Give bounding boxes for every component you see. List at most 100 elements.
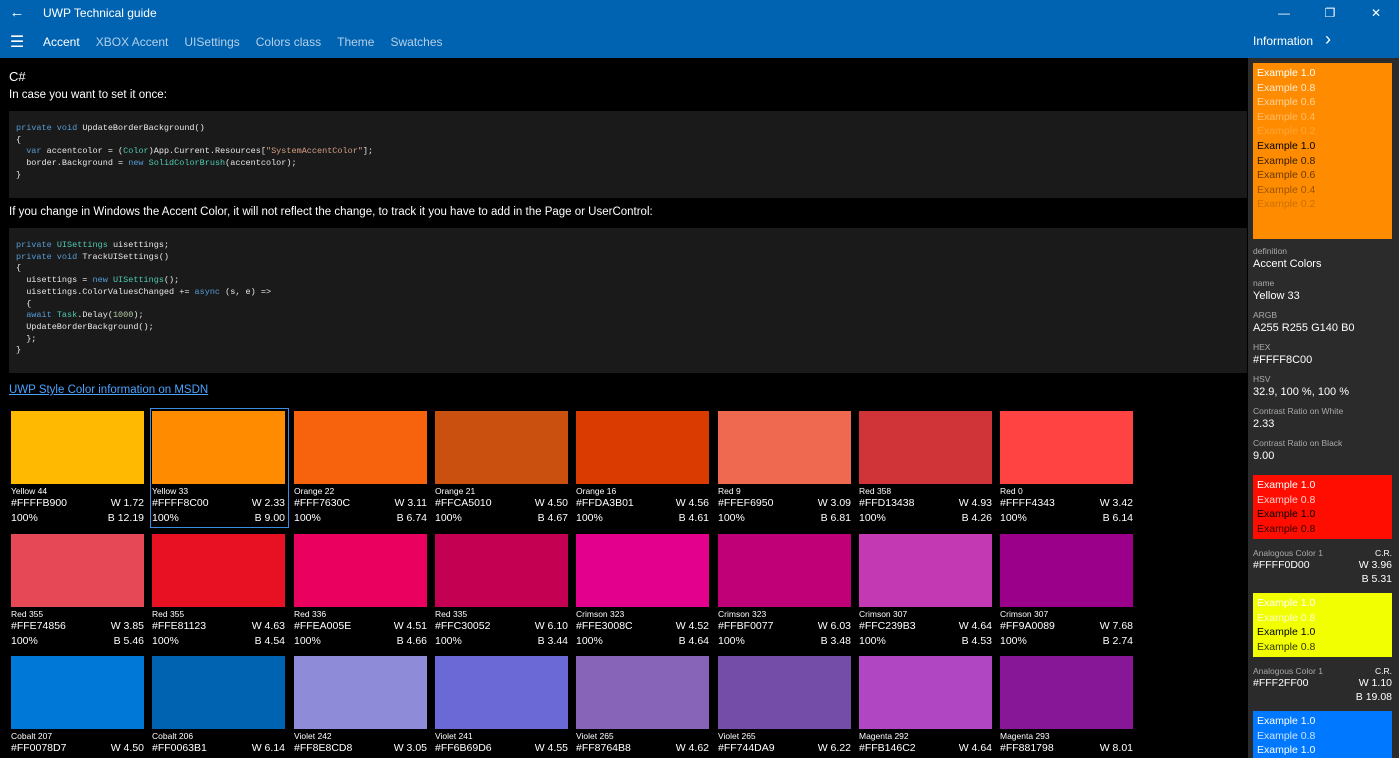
color-swatch[interactable]: Magenta 293 #FF881798 W 8.01 — [998, 653, 1137, 758]
swatch-contrast-white: W 4.93 — [958, 497, 992, 509]
color-swatch[interactable]: Cobalt 207 #FF0078D7 W 4.50 — [9, 653, 148, 758]
color-swatch[interactable]: Yellow 33 #FFFF8C00 W 2.33 100% B 9.00 — [150, 408, 289, 528]
code-block-update: private void UpdateBorderBackground() { … — [9, 111, 1247, 198]
swatch-name: Magenta 292 — [859, 731, 909, 741]
swatch-color-fill — [152, 656, 285, 729]
hamburger-icon: ☰ — [9, 33, 25, 51]
tab-accent[interactable]: Accent — [43, 35, 80, 49]
back-button[interactable]: ← — [0, 0, 34, 25]
color-swatch[interactable]: Violet 265 #FF744DA9 W 6.22 — [716, 653, 855, 758]
color-swatch[interactable]: Red 335 #FFC30052 W 6.10 100% B 3.44 — [433, 531, 572, 651]
swatch-contrast-black: B 4.53 — [961, 635, 992, 647]
swatch-hex: #FF0078D7 — [11, 742, 67, 754]
main-content: C# In case you want to set it once: priv… — [0, 58, 1248, 758]
color-swatch[interactable]: Red 9 #FFEF6950 W 3.09 100% B 6.81 — [716, 408, 855, 528]
swatch-contrast-black: B 12.19 — [107, 512, 144, 524]
swatch-color-fill — [1000, 656, 1133, 729]
color-swatch[interactable]: Orange 21 #FFCA5010 W 4.50 100% B 4.67 — [433, 408, 572, 528]
example-text: Example 1.0 — [1257, 715, 1316, 727]
color-swatch[interactable]: Yellow 44 #FFFFB900 W 1.72 100% B 12.19 — [9, 408, 148, 528]
tab-swatches[interactable]: Swatches — [390, 35, 442, 49]
swatch-contrast-white: W 4.63 — [251, 620, 285, 632]
intro-text: In case you want to set it once: — [9, 89, 167, 101]
information-toggle[interactable]: Information — [1253, 34, 1313, 48]
swatch-hex: #FF6B69D6 — [435, 742, 492, 754]
color-swatch[interactable]: Orange 22 #FFF7630C W 3.11 100% B 6.74 — [292, 408, 431, 528]
color-swatch[interactable]: Crimson 307 #FF9A0089 W 7.68 100% B 2.74 — [998, 531, 1137, 651]
swatch-contrast-white: W 1.72 — [110, 497, 144, 509]
swatch-name: Violet 242 — [294, 731, 332, 741]
minimize-button[interactable]: — — [1261, 0, 1307, 25]
example-text: Example 0.8 — [1257, 640, 1316, 653]
swatch-color-fill — [11, 411, 144, 484]
analogous-swatch[interactable]: Example 1.0 Example 0.8 Example 1.0 Example… — [1253, 593, 1392, 658]
color-swatch[interactable]: Red 355 #FFE81123 W 4.63 100% B 4.54 — [150, 531, 289, 651]
swatch-color-fill — [152, 534, 285, 607]
tab-colors-class[interactable]: Colors class — [256, 35, 321, 49]
swatch-color-fill — [11, 656, 144, 729]
color-swatch[interactable]: Red 355 #FFE74856 W 3.85 100% B 5.46 — [9, 531, 148, 651]
tab-xbox-accent[interactable]: XBOX Accent — [96, 35, 169, 49]
analogous-swatch[interactable]: Example 1.0 Example 0.8 Example 1.0 Example… — [1253, 475, 1392, 540]
color-swatch[interactable]: Violet 241 #FF6B69D6 W 4.55 — [433, 653, 572, 758]
hamburger-button[interactable]: ☰ — [0, 25, 34, 58]
restore-button[interactable]: ❐ — [1307, 0, 1353, 25]
example-text: Example 0.8 — [1257, 154, 1316, 167]
color-swatch[interactable]: Violet 242 #FF8E8CD8 W 3.05 — [292, 653, 431, 758]
name-value: Yellow 33 — [1253, 290, 1300, 302]
msdn-link[interactable]: UWP Style Color information on MSDN — [9, 384, 208, 396]
analogous-contrast-white: W 3.96 — [1358, 559, 1392, 571]
analogous-contrast-white: W 1.10 — [1358, 677, 1392, 689]
swatch-hex: #FFE81123 — [152, 620, 207, 632]
swatch-color-fill — [718, 534, 851, 607]
example-text: Example 1.0 — [1257, 67, 1316, 79]
example-text: Example 0.8 — [1257, 493, 1316, 506]
color-swatch[interactable]: Red 0 #FFFF4343 W 3.42 100% B 6.14 — [998, 408, 1137, 528]
example-text: Example 1.0 — [1257, 744, 1316, 757]
swatch-contrast-black: B 3.44 — [537, 635, 568, 647]
color-swatch[interactable]: Orange 16 #FFDA3B01 W 4.56 100% B 4.61 — [574, 408, 713, 528]
analogous-contrast-black: B 5.31 — [1361, 573, 1392, 585]
close-button[interactable]: ✕ — [1353, 0, 1399, 25]
color-swatch[interactable]: Cobalt 206 #FF0063B1 W 6.14 — [150, 653, 289, 758]
swatch-percent: 100% — [435, 512, 462, 524]
analogous-label: Analogous Color 1 — [1253, 548, 1323, 558]
swatch-contrast-black: B 6.81 — [820, 512, 851, 524]
swatch-color-fill — [718, 656, 851, 729]
definition-label: definition — [1253, 246, 1288, 256]
color-swatch[interactable]: Magenta 292 #FFB146C2 W 4.64 — [857, 653, 996, 758]
color-swatch[interactable]: Violet 265 #FF8764B8 W 4.62 — [574, 653, 713, 758]
tab-uisettings[interactable]: UISettings — [184, 35, 239, 49]
swatch-contrast-white: W 6.03 — [817, 620, 851, 632]
swatch-percent: 100% — [859, 512, 886, 524]
chevron-right-icon[interactable]: › — [1325, 29, 1331, 50]
swatch-name: Yellow 33 — [152, 486, 189, 496]
swatch-contrast-black: B 3.48 — [820, 635, 851, 647]
swatch-color-fill — [859, 534, 992, 607]
swatch-hex: #FFBF0077 — [718, 620, 774, 632]
swatch-percent: 100% — [1000, 512, 1027, 524]
example-text: Example 1.0 — [1257, 139, 1316, 152]
swatch-percent: 100% — [152, 512, 179, 524]
swatch-contrast-white: W 4.62 — [675, 742, 709, 754]
swatch-contrast-white: W 4.56 — [675, 497, 709, 509]
color-swatch[interactable]: Crimson 307 #FFC239B3 W 4.64 100% B 4.53 — [857, 531, 996, 651]
swatch-color-fill — [1000, 411, 1133, 484]
analogous-swatch[interactable]: Example 1.0 Example 0.8 Example 1.0 — [1253, 711, 1392, 758]
swatch-contrast-white: W 8.01 — [1099, 742, 1133, 754]
swatch-contrast-white: W 7.68 — [1099, 620, 1133, 632]
swatch-contrast-white: W 6.10 — [534, 620, 568, 632]
color-swatch[interactable]: Crimson 323 #FFE3008C W 4.52 100% B 4.64 — [574, 531, 713, 651]
example-text: Example 1.0 — [1257, 508, 1316, 521]
swatch-hex: #FFE74856 — [11, 620, 66, 632]
swatch-contrast-white: W 6.14 — [251, 742, 285, 754]
tab-theme[interactable]: Theme — [337, 35, 374, 49]
swatch-hex: #FFEA005E — [294, 620, 352, 632]
track-change-text: If you change in Windows the Accent Colo… — [9, 206, 653, 218]
color-swatch[interactable]: Red 336 #FFEA005E W 4.51 100% B 4.66 — [292, 531, 431, 651]
swatch-hex: #FFF7630C — [294, 497, 351, 509]
color-swatch[interactable]: Crimson 323 #FFBF0077 W 6.03 100% B 3.48 — [716, 531, 855, 651]
color-swatch[interactable]: Red 358 #FFD13438 W 4.93 100% B 4.26 — [857, 408, 996, 528]
contrast-white-value: 2.33 — [1253, 418, 1275, 430]
swatch-hex: #FFB146C2 — [859, 742, 916, 754]
